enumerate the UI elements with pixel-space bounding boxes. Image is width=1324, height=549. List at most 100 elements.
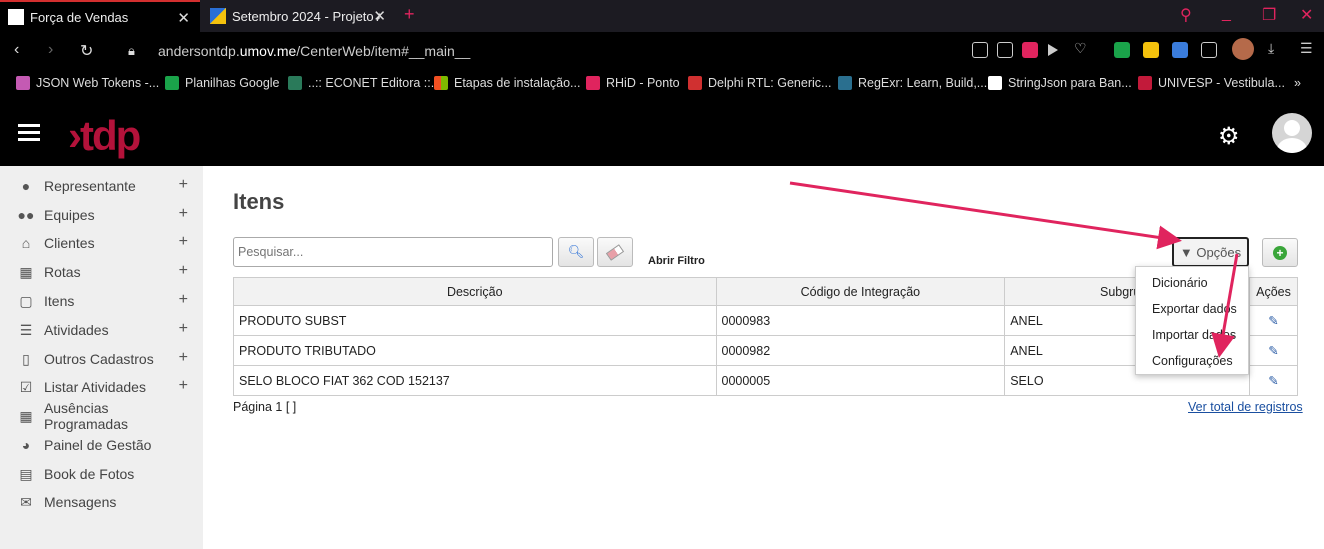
regexr-icon	[838, 76, 852, 90]
tab-title: Força de Vendas	[30, 9, 129, 25]
url-path: /CenterWeb/item#__main__	[296, 43, 471, 59]
annotation-arrow	[789, 181, 1182, 250]
camera-icon[interactable]	[997, 42, 1013, 58]
sidebar-item-mensagens[interactable]: ✉ Mensagens	[16, 491, 196, 513]
edit-pencil-icon[interactable]: ✎	[1248, 305, 1299, 336]
sidebar-item-painel[interactable]: ◕ Painel de Gestão	[16, 434, 196, 456]
bookmark-item[interactable]: RegExr: Learn, Build,...	[838, 76, 987, 90]
user-avatar[interactable]	[1272, 113, 1312, 153]
column-header[interactable]: Código de Integração	[715, 277, 1006, 306]
expand-icon[interactable]: +	[179, 233, 188, 251]
more-bookmarks-icon[interactable]: »	[1294, 76, 1301, 90]
list-icon: ☰	[19, 321, 33, 338]
close-tab-icon[interactable]: ✕	[177, 9, 190, 27]
plus-icon: +	[1273, 245, 1287, 260]
expand-icon[interactable]: +	[179, 205, 188, 223]
menu-item-exportar[interactable]: Exportar dados	[1152, 302, 1237, 316]
extension-f-icon[interactable]	[1114, 42, 1130, 58]
url-host: umov.me	[239, 43, 297, 59]
page-title: Itens	[233, 189, 285, 214]
menu-icon[interactable]: ☰	[1300, 40, 1316, 56]
back-icon[interactable]: ‹	[14, 41, 19, 59]
total-records-link[interactable]: Ver total de registros	[1188, 400, 1303, 414]
bookmark-item[interactable]: Delphi RTL: Generic...	[688, 76, 831, 90]
restore-icon[interactable]: ❐	[1262, 5, 1276, 25]
bookmark-item[interactable]: UNIVESP - Vestibula...	[1138, 76, 1285, 90]
translate-icon[interactable]	[1172, 42, 1188, 58]
econet-icon	[288, 76, 302, 90]
file-icon: ▯	[22, 350, 30, 367]
browser-tab[interactable]: Setembro 2024 - Projeto A ✕	[202, 0, 396, 32]
stringjson-icon	[988, 76, 1002, 90]
hamburger-menu-icon[interactable]	[18, 124, 40, 145]
options-dropdown-menu: Dicionário Exportar dados Importar dados…	[1135, 266, 1249, 375]
cell-codigo: 0000982	[715, 335, 1006, 366]
send-icon[interactable]	[1048, 44, 1058, 56]
sidebar-item-itens[interactable]: ▢ Itens +	[16, 290, 196, 312]
browser-tab-active[interactable]: Força de Vendas ✕	[0, 0, 200, 32]
search-icon[interactable]: ⚲	[1180, 5, 1192, 25]
expand-icon[interactable]: +	[179, 349, 188, 367]
calendar-icon: ▦	[19, 407, 33, 424]
sidebar: ● Representante + ●● Equipes + ⌂ Clientes + ▦ R…	[0, 166, 203, 549]
clear-button[interactable]	[597, 237, 633, 267]
windows-icon	[434, 76, 448, 90]
app-header: ›tdp ⚙	[0, 98, 1324, 166]
url-field[interactable]: andersontdp.umov.me/CenterWeb/item#__mai…	[158, 43, 470, 59]
sidebar-item-rotas[interactable]: ▦ Rotas +	[16, 261, 196, 283]
expand-icon[interactable]: +	[179, 262, 188, 280]
sidebar-item-atividades[interactable]: ☰ Atividades +	[16, 319, 196, 341]
options-button[interactable]: ▼ Opções	[1172, 237, 1249, 267]
expand-icon[interactable]: +	[179, 377, 188, 395]
profile-avatar-icon[interactable]	[1232, 38, 1254, 60]
extension-icon[interactable]	[1143, 42, 1159, 58]
bookmark-item[interactable]: Etapas de instalação...	[434, 76, 580, 90]
bookmark-item[interactable]: JSON Web Tokens -...	[16, 76, 159, 90]
new-tab-icon[interactable]: +	[404, 4, 415, 25]
edit-pencil-icon[interactable]: ✎	[1248, 335, 1299, 366]
rhid-icon	[586, 76, 600, 90]
cube-icon[interactable]	[1201, 42, 1217, 58]
sidebar-item-listar-atividades[interactable]: ☑ Listar Atividades +	[16, 376, 196, 398]
tab-title: Setembro 2024 - Projeto A	[232, 8, 380, 24]
download-icon[interactable]: ⤓	[1268, 40, 1284, 56]
bookmark-item[interactable]: ..:: ECONET Editora ::..	[288, 76, 438, 90]
expand-icon[interactable]: +	[179, 320, 188, 338]
add-item-button[interactable]: +	[1262, 238, 1298, 267]
edit-pencil-icon[interactable]: ✎	[1248, 365, 1299, 396]
pocket-icon[interactable]	[1022, 42, 1038, 58]
heart-icon[interactable]: ♡	[1074, 40, 1090, 56]
user-icon: ●	[21, 178, 31, 194]
open-filter-link[interactable]: Abrir Filtro	[648, 255, 705, 267]
sidebar-item-clientes[interactable]: ⌂ Clientes +	[16, 232, 196, 254]
search-input[interactable]	[233, 237, 553, 267]
cell-codigo: 0000005	[715, 365, 1006, 396]
menu-item-importar[interactable]: Importar dados	[1152, 328, 1236, 342]
expand-icon[interactable]: +	[179, 291, 188, 309]
close-window-icon[interactable]: ✕	[1300, 5, 1313, 25]
gear-icon[interactable]: ⚙	[1218, 122, 1240, 151]
sidebar-item-outros-cadastros[interactable]: ▯ Outros Cadastros +	[16, 348, 196, 370]
sidebar-item-ausencias[interactable]: ▦ Ausências Programadas	[16, 400, 196, 432]
search-icon: 🔍︎	[567, 244, 585, 259]
sidebar-item-book-fotos[interactable]: ▤ Book de Fotos	[16, 463, 196, 485]
sidebar-item-equipes[interactable]: ●● Equipes +	[16, 204, 196, 226]
bookmark-item[interactable]: StringJson para Ban...	[988, 76, 1132, 90]
close-tab-icon[interactable]: ✕	[373, 7, 386, 25]
cell-descricao: PRODUTO SUBST	[233, 305, 717, 336]
search-button[interactable]: 🔍︎	[558, 237, 594, 267]
sidebar-item-representante[interactable]: ● Representante +	[16, 175, 196, 197]
share-icon[interactable]	[972, 42, 988, 58]
forward-icon[interactable]: ›	[48, 41, 53, 59]
page-favicon	[8, 9, 24, 25]
cell-descricao: SELO BLOCO FIAT 362 COD 152137	[233, 365, 717, 396]
bookmark-item[interactable]: RHiD - Ponto	[586, 76, 680, 90]
column-header[interactable]: Descrição	[233, 277, 717, 306]
page-favicon	[210, 8, 226, 24]
expand-icon[interactable]: +	[179, 176, 188, 194]
bookmark-item[interactable]: Planilhas Google	[165, 76, 280, 90]
minimize-icon[interactable]: _	[1222, 5, 1231, 23]
menu-item-dicionario[interactable]: Dicionário	[1152, 276, 1208, 290]
reload-icon[interactable]: ↻	[80, 41, 93, 61]
menu-item-configuracoes[interactable]: Configurações	[1152, 354, 1233, 368]
